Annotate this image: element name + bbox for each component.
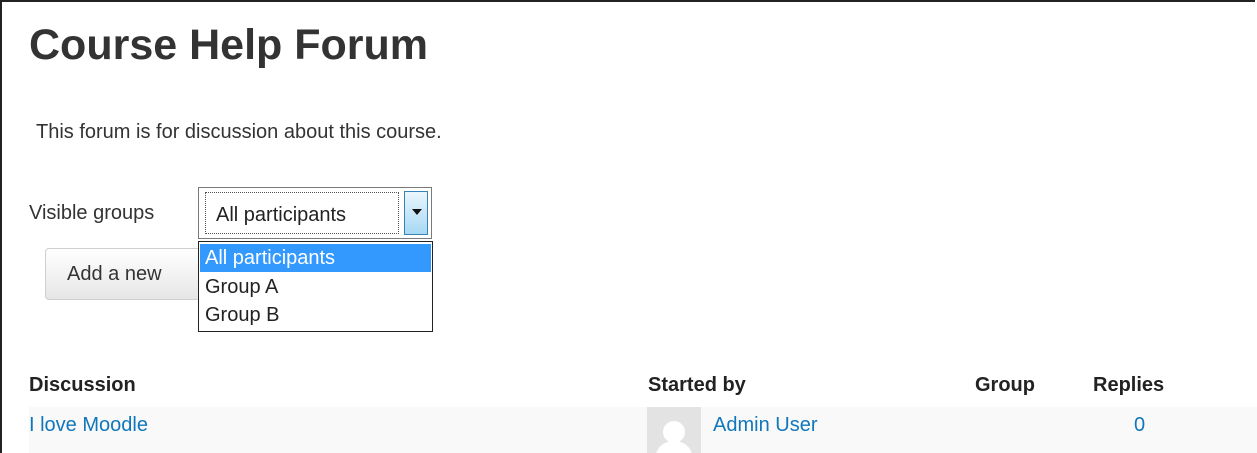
chevron-down-icon bbox=[412, 209, 422, 215]
groups-select-value: All participants bbox=[216, 204, 347, 226]
option-group-a[interactable]: Group A bbox=[200, 273, 431, 301]
col-header-discussion[interactable]: Discussion bbox=[29, 374, 136, 397]
col-header-started-by[interactable]: Started by bbox=[648, 374, 746, 397]
groups-select[interactable]: All participants bbox=[198, 187, 432, 239]
col-header-group[interactable]: Group bbox=[975, 374, 1035, 397]
replies-link[interactable]: 0 bbox=[1134, 414, 1145, 437]
option-group-b[interactable]: Group B bbox=[200, 301, 431, 329]
groups-label: Visible groups bbox=[29, 202, 155, 224]
page-title: Course Help Forum bbox=[29, 21, 428, 69]
forum-intro: This forum is for discussion about this … bbox=[36, 121, 442, 143]
avatar-body-shape bbox=[656, 441, 692, 453]
discussion-link[interactable]: I love Moodle bbox=[29, 414, 148, 437]
groups-dropdown-list: All participants Group A Group B bbox=[198, 241, 433, 332]
avatar bbox=[647, 407, 701, 453]
dropdown-arrow-button[interactable] bbox=[404, 191, 428, 235]
option-all-participants[interactable]: All participants bbox=[200, 244, 431, 272]
author-link[interactable]: Admin User bbox=[713, 414, 817, 437]
avatar-head-shape bbox=[663, 421, 685, 443]
table-row bbox=[29, 407, 1257, 453]
col-header-replies[interactable]: Replies bbox=[1093, 374, 1164, 397]
